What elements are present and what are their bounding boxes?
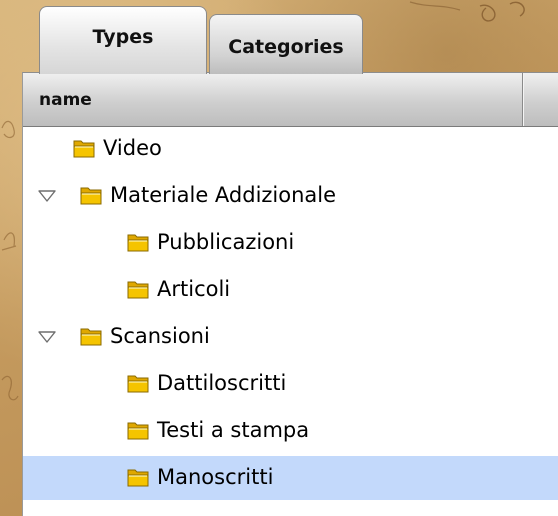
tree-row[interactable]: Video [23,127,558,171]
folder-icon [127,469,149,487]
tree-row[interactable]: Dattiloscritti [23,362,558,406]
folder-icon [127,234,149,252]
table-header: name [23,73,558,127]
column-header-name[interactable]: name [23,73,523,126]
types-outline-view: name Video Materiale Addizionale Pubblicaz… [22,72,558,516]
tab-types-label: Types [92,25,154,48]
tree-row-label: Pubblicazioni [157,230,295,254]
column-header-name-label: name [39,89,92,110]
column-header-extra[interactable] [523,73,558,126]
types-categories-panel: Categories Types name Video Materiale Add… [22,0,558,516]
tab-types[interactable]: Types [39,6,207,74]
disclosure-triangle-open-icon[interactable] [38,189,56,203]
tree-row-label: Manoscritti [157,465,274,489]
folder-icon [80,328,102,346]
tree-row[interactable]: Testi a stampa [23,409,558,453]
tab-categories-label: Categories [228,35,344,58]
tree-row[interactable]: Pubblicazioni [23,221,558,265]
tree-row-label: Materiale Addizionale [110,183,337,207]
tree-row-label: Testi a stampa [157,418,310,442]
tree-row-label: Video [103,136,162,160]
folder-icon [80,187,102,205]
disclosure-triangle-open-icon[interactable] [38,330,56,344]
folder-icon [127,281,149,299]
tab-categories[interactable]: Categories [209,14,363,74]
tree-row[interactable]: Materiale Addizionale [23,174,558,218]
folder-icon [127,422,149,440]
folder-icon [127,375,149,393]
tab-bar: Categories Types [22,0,558,74]
tree-row[interactable]: Scansioni [23,315,558,359]
folder-icon [73,140,95,158]
tree-row-label: Scansioni [110,324,210,348]
tree-row-label: Articoli [157,277,231,301]
tree-row-label: Dattiloscritti [157,371,287,395]
tree-row[interactable]: Articoli [23,268,558,312]
tree-row[interactable]: Manoscritti [23,456,558,500]
